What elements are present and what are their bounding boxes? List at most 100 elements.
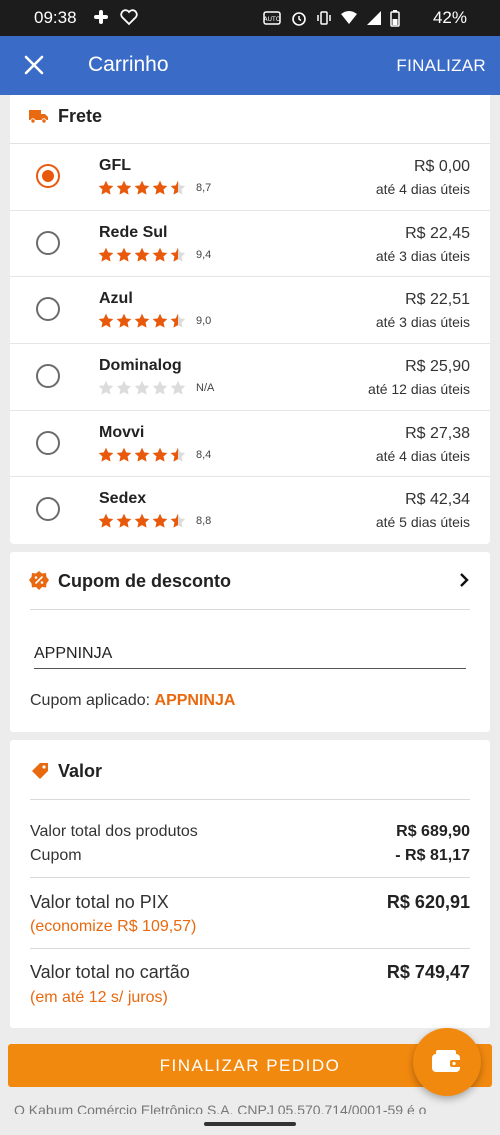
star-icon — [152, 180, 168, 195]
divider — [30, 877, 470, 878]
star-icon — [116, 514, 132, 529]
star-icon — [170, 447, 186, 462]
star-icon — [116, 180, 132, 195]
finalize-header-button[interactable]: FINALIZAR — [396, 56, 486, 76]
carrier-name: Rede Sul — [99, 223, 168, 241]
cart-fab-button[interactable] — [413, 1028, 481, 1096]
auto-icon: AUTO — [263, 9, 283, 32]
coupon-applied-code: APPNINJA — [154, 692, 236, 709]
star-icon — [98, 514, 114, 529]
divider — [30, 948, 470, 949]
shipping-option-row[interactable]: Azul 9,0 R$ 22,51 até 3 dias úteis — [10, 277, 490, 345]
vibrate-icon — [315, 9, 333, 32]
home-gesture-handle[interactable] — [204, 1122, 296, 1126]
coupon-input[interactable] — [34, 639, 466, 669]
carrier-name: Dominalog — [99, 357, 182, 375]
coupon-card: Cupom de desconto Cupom aplicado: APPNIN… — [10, 552, 490, 732]
shipping-option-row[interactable]: Rede Sul 9,4 R$ 22,45 até 3 dias úteis — [10, 211, 490, 278]
delivery-time: até 12 dias úteis — [368, 381, 470, 398]
shipping-radio-button[interactable] — [36, 497, 60, 522]
shipping-price: R$ 42,34 — [405, 491, 470, 509]
star-icon — [152, 314, 168, 329]
star-icon — [170, 514, 186, 529]
health-icon — [120, 8, 138, 31]
pix-total-value: R$ 620,91 — [386, 892, 470, 912]
system-nav-bar — [0, 1114, 500, 1135]
carrier-name: Movvi — [99, 423, 145, 441]
status-time: 09:38 — [34, 8, 77, 27]
signal-icon — [365, 9, 383, 32]
shipping-radio-button[interactable] — [36, 364, 60, 389]
shipping-price: R$ 27,38 — [405, 424, 470, 442]
shipping-card: Frete GFL 8,7 R$ 0,00 até 4 dias úteis Rede … — [10, 95, 490, 544]
card-installments-note: (em até 12 s/ juros) — [30, 989, 168, 1006]
star-icon — [134, 247, 150, 262]
coupon-header[interactable]: Cupom de desconto — [28, 552, 470, 610]
shipping-radio-button[interactable] — [36, 297, 60, 322]
coupon-discount-label: Cupom — [30, 847, 82, 864]
shipping-option-row[interactable]: Movvi 8,4 R$ 27,38 até 4 dias úteis — [10, 411, 490, 478]
card-total-row: Valor total no cartão R$ 749,47 — [30, 962, 470, 983]
star-icon — [98, 447, 114, 462]
shipping-price: R$ 22,51 — [405, 291, 470, 309]
close-icon[interactable] — [22, 53, 46, 77]
star-icon — [116, 314, 132, 329]
rating-score: 8,8 — [196, 515, 212, 528]
summary-card: Valor Valor total dos produtos R$ 689,90… — [10, 740, 490, 1028]
star-icon — [98, 380, 114, 395]
chevron-right-icon[interactable] — [458, 572, 470, 593]
battery-percent: 42% — [432, 8, 467, 27]
rating-stars: 8,7 — [98, 180, 211, 196]
coupon-title: Cupom de desconto — [58, 571, 232, 591]
products-total-value: R$ 689,90 — [396, 823, 470, 840]
wallet-icon — [432, 1050, 462, 1072]
rating-score: 8,4 — [196, 448, 212, 461]
star-icon — [98, 180, 114, 195]
coupon-discount-value: - R$ 81,17 — [395, 847, 470, 864]
delivery-time: até 3 dias úteis — [375, 247, 470, 264]
star-icon — [152, 514, 168, 529]
rating-score: 9,4 — [196, 248, 212, 261]
rating-stars: 8,8 — [98, 513, 211, 529]
star-icon — [116, 447, 132, 462]
card-total-label: Valor total no cartão — [30, 962, 190, 982]
star-icon — [170, 314, 186, 329]
delivery-time: até 4 dias úteis — [375, 447, 470, 464]
carrier-name: GFL — [99, 157, 131, 174]
rating-score: 8,7 — [196, 182, 212, 194]
shipping-option-row[interactable]: Sedex 8,8 R$ 42,34 até 5 dias úteis — [10, 477, 490, 544]
shipping-radio-button[interactable] — [36, 430, 60, 455]
star-icon — [98, 314, 114, 329]
shipping-price: R$ 0,00 — [413, 158, 470, 175]
star-icon — [152, 380, 168, 395]
rating-score: 9,0 — [196, 315, 212, 328]
app-bar: Carrinho FINALIZAR — [0, 36, 500, 95]
star-icon — [152, 447, 168, 462]
summary-header: Valor — [30, 740, 470, 800]
star-icon — [134, 514, 150, 529]
delivery-time: até 3 dias úteis — [375, 314, 470, 331]
star-icon — [116, 247, 132, 262]
star-icon — [170, 180, 186, 195]
star-icon — [116, 380, 132, 395]
shipping-radio-button[interactable] — [36, 164, 60, 188]
coupon-applied: Cupom aplicado: APPNINJA — [30, 692, 235, 710]
star-icon — [134, 447, 150, 462]
truck-icon — [28, 107, 50, 130]
discount-badge-icon — [28, 570, 50, 597]
products-total-row: Valor total dos produtos R$ 689,90 — [30, 823, 470, 841]
shipping-option-row[interactable]: Dominalog N/A R$ 25,90 até 12 dias úteis — [10, 344, 490, 411]
shipping-title: Frete — [58, 106, 103, 126]
coupon-discount-row: Cupom - R$ 81,17 — [30, 847, 470, 865]
coupon-applied-label: Cupom aplicado: — [30, 692, 151, 709]
shipping-option-row[interactable]: GFL 8,7 R$ 0,00 até 4 dias úteis — [10, 144, 490, 211]
star-icon — [134, 314, 150, 329]
star-icon — [152, 247, 168, 262]
star-icon — [170, 247, 186, 262]
shipping-radio-button[interactable] — [36, 230, 60, 255]
shipping-price: R$ 22,45 — [405, 224, 470, 242]
delivery-time: até 4 dias úteis — [375, 181, 470, 197]
status-bar: 09:38 AUTO 42% — [0, 0, 500, 36]
products-total-label: Valor total dos produtos — [30, 823, 198, 840]
pix-total-label: Valor total no PIX — [30, 892, 169, 912]
